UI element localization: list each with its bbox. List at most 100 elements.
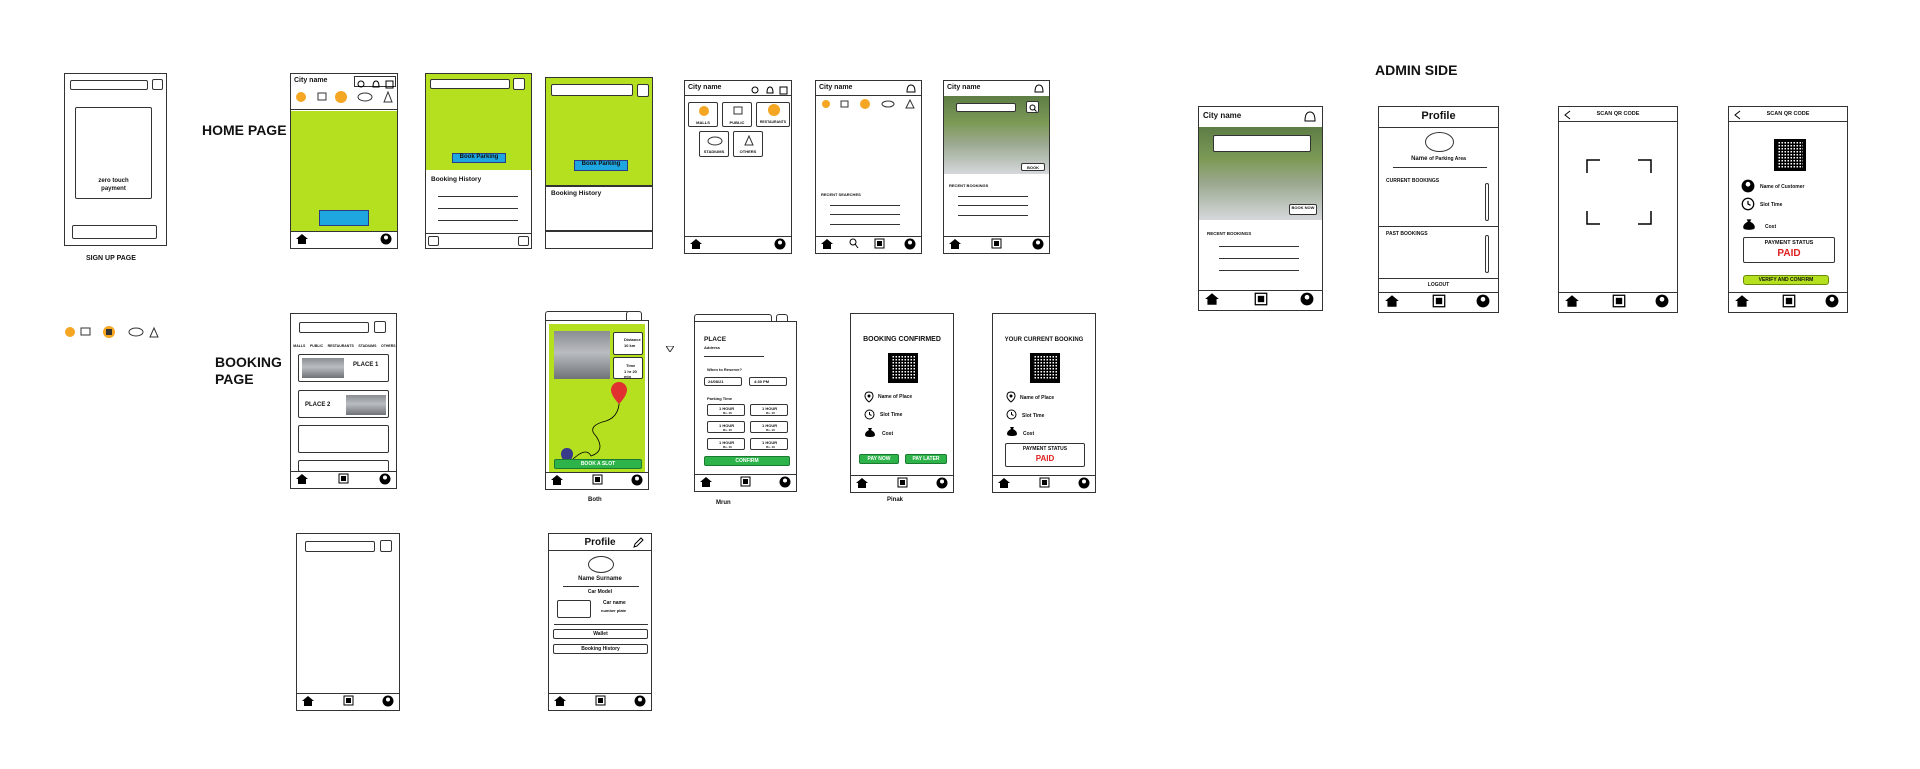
- home-icon: [998, 478, 1010, 488]
- booking-page-label-line1: BOOKING: [215, 354, 282, 370]
- past-bookings-scrollbar[interactable]: [1485, 235, 1489, 273]
- caption-both: Both: [588, 497, 602, 503]
- car-model: Car Model: [587, 589, 613, 595]
- parking-option-5[interactable]: 1 HOUR Rs. 10: [707, 438, 745, 450]
- bottom-nav: [549, 693, 651, 710]
- category-public[interactable]: PUBLIC: [722, 102, 752, 127]
- confirm-button[interactable]: CONFIRM: [704, 456, 790, 466]
- place-title: PLACE: [704, 336, 727, 343]
- malls-icon: [296, 92, 306, 102]
- category-others[interactable]: OTHERS: [733, 131, 763, 157]
- sign-up-page-label: SIGN UP PAGE: [86, 255, 136, 262]
- verify-confirm-button[interactable]: VERIFY AND CONFIRM: [1743, 275, 1829, 285]
- home-icon: [554, 696, 566, 706]
- bottom-nav: [1379, 292, 1498, 312]
- filter-button[interactable]: [374, 321, 386, 333]
- profile-icon: [379, 473, 391, 485]
- category-restaurants[interactable]: RESTAURANTS: [756, 102, 790, 127]
- date-select[interactable]: 24/08/21: [704, 377, 742, 386]
- filter-button[interactable]: [380, 540, 392, 552]
- profile-icon: [774, 238, 786, 250]
- tab-malls[interactable]: MALLS: [293, 344, 305, 351]
- current-bookings-scrollbar[interactable]: [1485, 183, 1489, 221]
- signup-checkbox[interactable]: [152, 79, 163, 90]
- logout-button[interactable]: LOGOUT: [1379, 282, 1498, 288]
- book-a-slot-button[interactable]: BOOK A SLOT: [554, 459, 642, 469]
- qr-icon: [740, 476, 751, 487]
- zero-touch-text: zero touch: [98, 178, 129, 184]
- category-malls[interactable]: MALLS: [688, 102, 718, 127]
- paid-status: PAID: [1035, 454, 1055, 463]
- qr-icon: [1432, 294, 1446, 308]
- parking-option-2[interactable]: 1 HOUR Rs. 10: [750, 404, 788, 416]
- place-card-1[interactable]: PLACE 1: [298, 354, 389, 382]
- search-button[interactable]: [1026, 101, 1039, 113]
- home-icon: [690, 239, 702, 249]
- category-tabs: MALLS PUBLIC RESTAURANTS STADIUMS OTHERS: [291, 344, 396, 351]
- search-button[interactable]: [319, 210, 369, 226]
- city-name: City name: [819, 84, 853, 91]
- place-card-3[interactable]: [298, 425, 389, 453]
- parking-option-4[interactable]: 1 HOUR Rs. 10: [750, 421, 788, 433]
- filter-button[interactable]: [513, 78, 525, 90]
- category-stadiums[interactable]: STADIUMS: [699, 131, 729, 157]
- avatar[interactable]: [1425, 132, 1454, 152]
- parking-option-3[interactable]: 1 HOUR Rs. 10: [707, 421, 745, 433]
- parking-option-1[interactable]: 1 HOUR Rs. 10: [707, 404, 745, 416]
- tab-restaurants[interactable]: RESTAURANTS: [328, 344, 354, 351]
- search-input[interactable]: [551, 84, 633, 96]
- book-parking-button[interactable]: Book Parking: [452, 153, 506, 163]
- search-input[interactable]: [430, 79, 510, 89]
- booking-list-screen: MALLS PUBLIC RESTAURANTS STADIUMS OTHERS…: [290, 313, 397, 489]
- signup-button[interactable]: [72, 225, 157, 239]
- bottom-nav: [1559, 292, 1677, 312]
- pay-later-button[interactable]: PAY LATER: [905, 454, 947, 464]
- payment-status-label: PAYMENT STATUS: [1764, 240, 1814, 246]
- profile-icon: [779, 476, 791, 488]
- qr-icon: [1254, 292, 1268, 306]
- avatar[interactable]: [588, 556, 614, 573]
- category-bar: [822, 98, 915, 109]
- tab-stadiums[interactable]: STADIUMS: [358, 344, 376, 351]
- time-select[interactable]: 4:30 PM: [749, 377, 787, 386]
- when-label: When to Reserve?: [707, 367, 742, 372]
- city-name: City name: [688, 84, 722, 91]
- bell-icon: [1034, 84, 1044, 93]
- search-input[interactable]: [1213, 135, 1311, 152]
- parking-option-6[interactable]: 1 HOUR Rs. 10: [750, 438, 788, 450]
- admin-scan-result-screen: SCAN QR CODE Name of Customer Slot Time …: [1728, 106, 1848, 313]
- money-bag-icon: [1743, 219, 1755, 230]
- tab-others[interactable]: OTHERS: [381, 344, 396, 351]
- cost-label: Cost: [1023, 431, 1035, 437]
- search-input[interactable]: [299, 322, 369, 333]
- map-screen: Distance 10 km Time 1 hr 20 min BOOK A S…: [545, 320, 649, 490]
- admin-profile-screen: Profile Name of Parking Area CURRENT BOO…: [1378, 106, 1499, 313]
- tab-public[interactable]: PUBLIC: [310, 344, 323, 351]
- profile-icon: [1032, 238, 1044, 250]
- category-icons-row: [64, 325, 170, 339]
- payment-status-card: PAYMENT STATUS PAID: [1005, 443, 1085, 467]
- book-parking-button[interactable]: Book Parking: [574, 160, 628, 171]
- book-button[interactable]: BOOK: [1021, 163, 1045, 171]
- signup-card: zero touch payment: [75, 107, 152, 199]
- restaurants-icon: [768, 104, 780, 116]
- home-icon: [1205, 293, 1219, 305]
- current-booking-title: YOUR CURRENT BOOKING: [1004, 337, 1084, 343]
- header-icon-group: [749, 83, 791, 95]
- bottom-nav: [816, 236, 921, 253]
- clock-icon: [864, 409, 875, 420]
- qr-icon: [1612, 294, 1626, 308]
- booking-history-title: Booking History: [551, 190, 602, 197]
- signup-input[interactable]: [70, 80, 148, 90]
- wallet-button[interactable]: Wallet: [553, 629, 648, 639]
- home-icon: [302, 696, 314, 706]
- place-card-2[interactable]: PLACE 2: [298, 390, 389, 418]
- search-input[interactable]: [956, 103, 1016, 112]
- book-now-button[interactable]: BOOK NOW: [1289, 204, 1317, 215]
- booking-history-button[interactable]: Booking History: [553, 644, 648, 654]
- profile-icon: [382, 695, 394, 707]
- cost-label: Cost: [1765, 224, 1777, 230]
- pay-now-button[interactable]: PAY NOW: [859, 454, 899, 464]
- filter-button[interactable]: [637, 84, 649, 97]
- search-input[interactable]: [305, 541, 375, 552]
